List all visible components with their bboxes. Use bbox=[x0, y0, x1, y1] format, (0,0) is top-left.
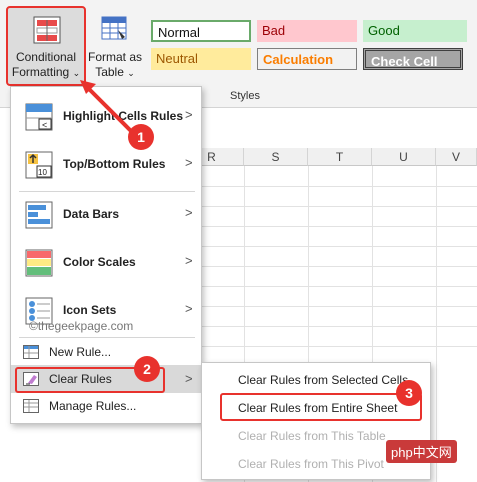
submenu-clear-this-table: Clear Rules from This Table bbox=[238, 429, 386, 443]
style-calculation[interactable]: Calculation bbox=[257, 48, 357, 70]
style-neutral[interactable]: Neutral bbox=[151, 48, 251, 70]
chevron-right-icon: > bbox=[185, 371, 193, 386]
step-badge-1: 1 bbox=[128, 124, 154, 150]
menu-item-label: Color Scales bbox=[63, 255, 136, 269]
submenu-clear-selected-cells[interactable]: Clear Rules from Selected Cells bbox=[238, 373, 408, 387]
chevron-right-icon: > bbox=[185, 253, 193, 268]
menu-item-label: New Rule... bbox=[49, 345, 112, 359]
menu-item-label: Highlight Cells Rules bbox=[63, 109, 184, 123]
brand-watermark: php中文网 bbox=[386, 440, 457, 463]
menu-item-label: Data Bars bbox=[63, 207, 120, 221]
conditional-formatting-icon bbox=[33, 16, 61, 44]
grid-line bbox=[180, 286, 477, 287]
highlight-cells-icon: < bbox=[25, 103, 53, 131]
data-bars-icon bbox=[25, 201, 53, 229]
styles-group-label: Styles bbox=[230, 90, 260, 102]
conditional-formatting-label: Conditional Formatting ⌄ bbox=[11, 50, 81, 79]
menu-item-color-scales[interactable]: Color Scales > bbox=[11, 239, 201, 287]
menu-item-manage-rules[interactable]: Manage Rules... bbox=[11, 393, 201, 419]
submenu-clear-this-pivot: Clear Rules from This Pivot bbox=[238, 457, 384, 471]
column-header-u[interactable]: U bbox=[372, 148, 436, 166]
style-good[interactable]: Good bbox=[363, 20, 467, 42]
menu-item-top-bottom-rules[interactable]: 10 Top/Bottom Rules > bbox=[11, 141, 201, 189]
grid-line bbox=[180, 326, 477, 327]
style-normal[interactable]: Normal bbox=[151, 20, 251, 42]
svg-text:10: 10 bbox=[38, 168, 47, 177]
conditional-formatting-menu: < Highlight Cells Rules > 10 Top/Bottom … bbox=[10, 86, 202, 424]
grid-line bbox=[180, 206, 477, 207]
chevron-right-icon: > bbox=[185, 155, 193, 170]
chevron-right-icon: > bbox=[185, 107, 193, 122]
menu-item-highlight-cells-rules[interactable]: < Highlight Cells Rules > bbox=[11, 93, 201, 141]
grid-line bbox=[180, 346, 477, 347]
step-badge-3: 3 bbox=[396, 380, 422, 406]
style-check-cell[interactable]: Check Cell bbox=[363, 48, 463, 70]
chevron-down-icon: ⌄ bbox=[72, 68, 81, 78]
step-badge-2: 2 bbox=[134, 356, 160, 382]
new-rule-icon bbox=[23, 345, 39, 359]
grid-line bbox=[436, 166, 437, 482]
format-as-table-label: Format as Table ⌄ bbox=[87, 50, 142, 79]
manage-rules-icon bbox=[23, 399, 39, 413]
grid-line bbox=[180, 306, 477, 307]
menu-item-label: Icon Sets bbox=[63, 303, 117, 317]
submenu-clear-entire-sheet[interactable]: Clear Rules from Entire Sheet bbox=[238, 401, 397, 415]
top-bottom-icon: 10 bbox=[25, 151, 53, 179]
grid-line bbox=[180, 246, 477, 247]
grid-line bbox=[180, 266, 477, 267]
column-header-s[interactable]: S bbox=[244, 148, 308, 166]
menu-item-clear-rules[interactable]: Clear Rules > bbox=[11, 365, 201, 393]
column-header-v[interactable]: V bbox=[436, 148, 477, 166]
menu-item-label: Top/Bottom Rules bbox=[63, 157, 166, 171]
svg-text:<: < bbox=[42, 120, 47, 130]
format-as-table-button[interactable]: Format as Table ⌄ bbox=[86, 12, 144, 84]
menu-item-label: Manage Rules... bbox=[49, 399, 137, 413]
chevron-right-icon: > bbox=[185, 301, 193, 316]
chevron-right-icon: > bbox=[185, 205, 193, 220]
chevron-down-icon: ⌄ bbox=[127, 68, 135, 78]
format-as-table-icon bbox=[101, 16, 127, 40]
conditional-formatting-button[interactable]: Conditional Formatting ⌄ bbox=[6, 6, 86, 86]
color-scales-icon bbox=[25, 249, 53, 277]
menu-divider bbox=[19, 337, 195, 338]
menu-item-data-bars[interactable]: Data Bars > bbox=[11, 191, 201, 239]
style-bad[interactable]: Bad bbox=[257, 20, 357, 42]
cell-styles-gallery: Normal Bad Good Neutral Calculation Chec… bbox=[147, 16, 477, 82]
grid-line bbox=[180, 226, 477, 227]
grid-line bbox=[180, 186, 477, 187]
column-header-t[interactable]: T bbox=[308, 148, 372, 166]
watermark: ©thegeekpage.com bbox=[29, 319, 134, 333]
menu-item-new-rule[interactable]: New Rule... bbox=[11, 339, 201, 365]
